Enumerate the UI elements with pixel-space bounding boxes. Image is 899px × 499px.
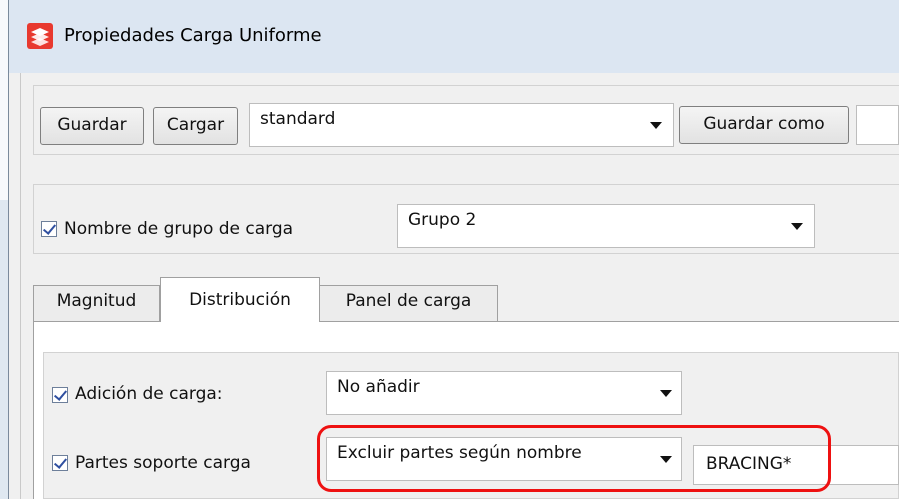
load-addition-checkbox[interactable] (52, 387, 68, 403)
window-left-border (0, 200, 8, 499)
load-button[interactable]: Cargar (153, 107, 238, 145)
tab-magnitud[interactable]: Magnitud (33, 285, 160, 321)
tekla-app-icon (27, 23, 53, 49)
save-as-button[interactable]: Guardar como (679, 106, 849, 144)
checkmark-icon (53, 455, 68, 469)
load-addition-combobox[interactable]: No añadir (326, 371, 682, 415)
load-addition-label: Adición de carga: (75, 384, 223, 404)
preset-value: standard (260, 109, 336, 129)
supporting-parts-checkbox[interactable] (52, 455, 68, 471)
save-as-name-input[interactable] (856, 105, 899, 145)
preset-combobox[interactable]: standard (249, 103, 674, 147)
chevron-down-icon[interactable] (660, 390, 672, 397)
checkmark-icon (42, 221, 57, 235)
tab-distribucion[interactable]: Distribución (160, 277, 320, 322)
highlight-annotation (317, 425, 831, 492)
load-group-value: Grupo 2 (408, 210, 477, 230)
tab-panel-de-carga[interactable]: Panel de carga (319, 285, 498, 321)
chevron-down-icon[interactable] (650, 122, 662, 129)
load-addition-value: No añadir (337, 377, 420, 397)
supporting-parts-label: Partes soporte carga (75, 453, 251, 473)
load-group-label: Nombre de grupo de carga (64, 219, 294, 239)
window-title: Propiedades Carga Uniforme (64, 25, 322, 46)
load-group-combobox[interactable]: Grupo 2 (397, 204, 815, 248)
save-button[interactable]: Guardar (40, 107, 144, 145)
checkmark-icon (53, 387, 68, 401)
chevron-down-icon[interactable] (791, 223, 803, 230)
load-group-checkbox[interactable] (41, 221, 57, 237)
